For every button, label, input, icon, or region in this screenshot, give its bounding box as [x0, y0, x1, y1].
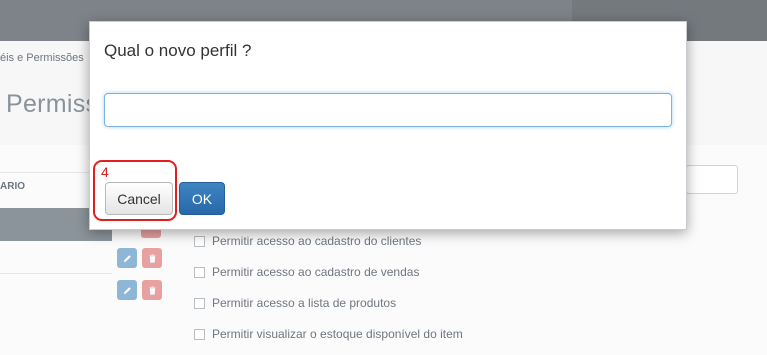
permission-checkbox[interactable] — [194, 328, 205, 340]
trash-icon — [148, 285, 156, 295]
permission-label: Permitir acesso a lista de produtos — [212, 296, 397, 310]
pencil-icon — [123, 286, 131, 294]
divider — [0, 273, 112, 274]
column-header-user: ARIO — [0, 181, 25, 192]
permission-label: Permitir visualizar o estoque disponível… — [212, 327, 463, 341]
edit-button[interactable] — [117, 280, 137, 300]
permission-item[interactable]: Permitir visualizar o estoque disponível… — [194, 327, 463, 341]
edit-button[interactable] — [117, 248, 137, 268]
permission-checkbox[interactable] — [194, 297, 205, 309]
ok-button[interactable]: OK — [179, 182, 225, 215]
permission-checkbox[interactable] — [194, 266, 205, 278]
permission-label: Permitir acesso ao cadastro do clientes — [212, 234, 422, 248]
permission-item[interactable]: Permitir acesso ao cadastro de vendas — [194, 265, 419, 279]
breadcrumb[interactable]: éis e Permissões — [0, 52, 84, 64]
trash-icon — [148, 253, 156, 263]
permission-label: Permitir acesso ao cadastro de vendas — [212, 265, 420, 279]
page-title: Permiss — [6, 90, 99, 118]
profile-name-input[interactable] — [104, 93, 672, 127]
delete-button[interactable] — [142, 248, 162, 268]
dialog-title: Qual o novo perfil ? — [104, 41, 252, 60]
prompt-dialog: Qual o novo perfil ? Cancel OK — [89, 21, 687, 230]
filter-input[interactable] — [686, 165, 738, 194]
pencil-icon — [123, 254, 131, 262]
delete-button[interactable] — [142, 280, 162, 300]
step-number-label: 4 — [101, 164, 109, 180]
permission-item[interactable]: Permitir acesso ao cadastro do clientes — [194, 234, 421, 248]
permission-item[interactable]: Permitir acesso a lista de produtos — [194, 296, 396, 310]
permission-checkbox[interactable] — [194, 235, 205, 247]
